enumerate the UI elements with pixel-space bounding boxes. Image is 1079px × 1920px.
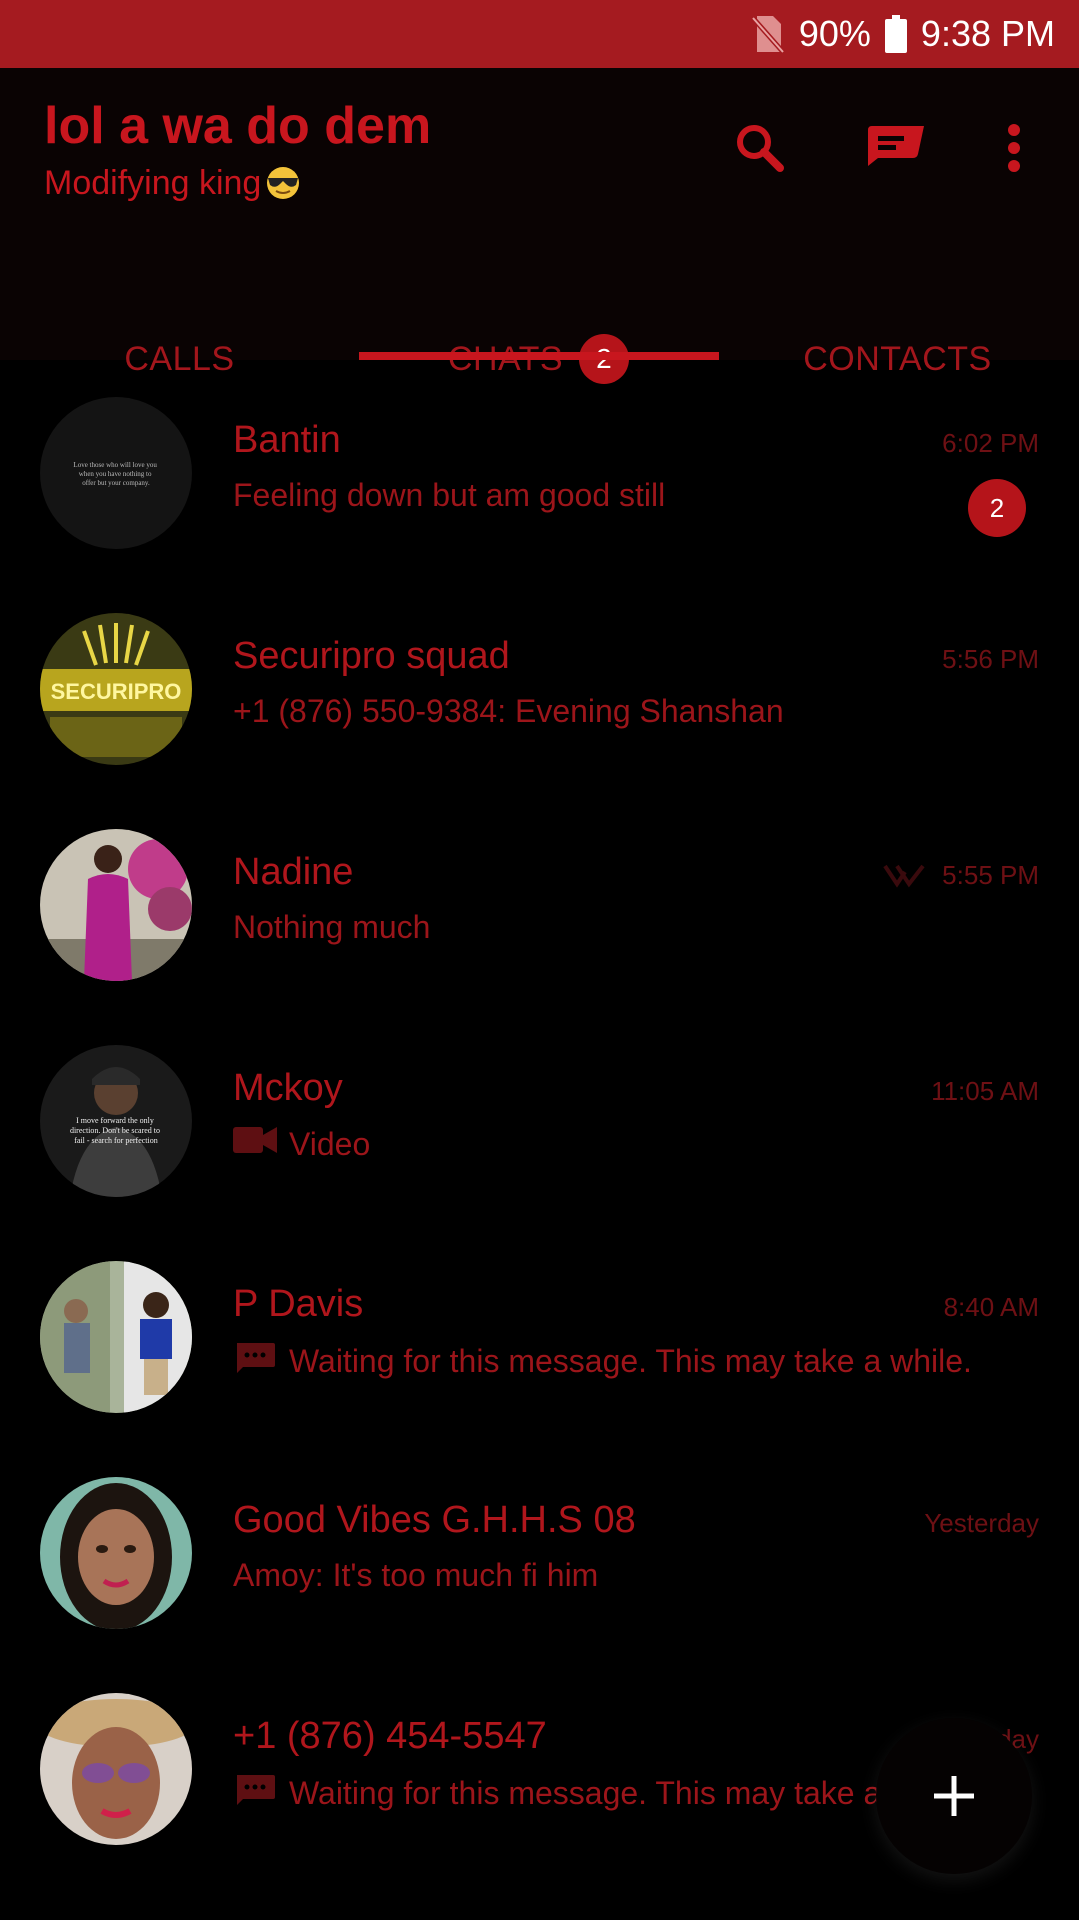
chat-preview-text: Waiting for this message. This may take …	[289, 1342, 972, 1379]
active-tab-indicator	[359, 352, 719, 360]
chat-preview-text: Nothing much	[233, 909, 431, 945]
chat-preview-text: Waiting for this message. This may take …	[289, 1774, 972, 1811]
unread-badge: 2	[968, 479, 1026, 537]
chat-row[interactable]: SECURIPRO Securipro squad 5:56 PM +1 (87…	[0, 576, 1079, 792]
chat-preview: Waiting for this message. This may take …	[233, 1773, 972, 1813]
avatar[interactable]	[40, 1693, 192, 1845]
chat-name: P Davis	[233, 1283, 364, 1325]
avatar[interactable]	[40, 829, 192, 981]
app-bar: lol a wa do dem Modifying king CALLS CON…	[0, 68, 1079, 384]
video-camera-icon	[233, 1125, 277, 1163]
avatar[interactable]	[40, 1477, 192, 1629]
chat-preview: +1 (876) 550-9384: Evening Shanshan	[233, 693, 784, 730]
chat-row[interactable]: P Davis 8:40 AM Waiting for this message…	[0, 1224, 1079, 1440]
status-bar: 90% 9:38 PM	[0, 0, 1079, 68]
app-subtitle: Modifying king	[44, 164, 303, 203]
new-chat-fab[interactable]	[876, 1718, 1032, 1874]
chat-row[interactable]: I move forward the only direction. Don't…	[0, 1008, 1079, 1224]
battery-percent: 90%	[798, 13, 871, 54]
chat-name: Good Vibes G.H.H.S 08	[233, 1499, 636, 1541]
chat-time: 5:55 PM	[942, 860, 1039, 890]
pending-message-icon	[233, 1341, 277, 1381]
avatar[interactable]: I move forward the only direction. Don't…	[40, 1045, 192, 1197]
sunglasses-emoji-icon	[263, 164, 303, 200]
chat-time: 5:56 PM	[942, 644, 1039, 674]
pending-message-icon	[233, 1773, 277, 1813]
chat-preview-text: +1 (876) 550-9384: Evening Shanshan	[233, 693, 784, 729]
chat-time: 6:02 PM	[942, 428, 1039, 458]
no-sim-icon	[750, 14, 785, 54]
chat-time: 8:40 AM	[943, 1292, 1039, 1322]
plus-icon	[934, 1776, 974, 1816]
avatar[interactable]: SECURIPRO	[40, 613, 192, 765]
avatar[interactable]	[40, 1261, 192, 1413]
app-title: lol a wa do dem	[44, 97, 432, 155]
chat-row[interactable]: Good Vibes G.H.H.S 08 Yesterday Amoy: It…	[0, 1440, 1079, 1656]
chat-name: Securipro squad	[233, 635, 510, 677]
chat-preview: Amoy: It's too much fi him	[233, 1557, 598, 1594]
chat-preview: Nothing much	[233, 909, 430, 946]
chat-preview: Feeling down but am good still	[233, 477, 665, 514]
chat-name: +1 (876) 454-5547	[233, 1715, 547, 1757]
battery-icon	[884, 15, 907, 53]
chat-time: Yesterday	[924, 1508, 1039, 1538]
chat-preview-text: Amoy: It's too much fi him	[233, 1557, 599, 1593]
chat-preview: Video	[233, 1125, 370, 1163]
avatar-logo-text: SECURIPRO	[51, 679, 182, 704]
more-vert-icon[interactable]	[984, 118, 1044, 178]
chat-row[interactable]: Nadine 5:55 PM Nothing much	[0, 792, 1079, 1008]
chat-time: 11:05 AM	[931, 1076, 1039, 1106]
chat-name: Bantin	[233, 419, 341, 461]
read-receipt-icon	[883, 862, 927, 888]
chat-preview-text: Video	[289, 1125, 371, 1162]
clock: 9:38 PM	[920, 13, 1055, 54]
chat-name: Mckoy	[233, 1067, 343, 1109]
search-icon[interactable]	[730, 118, 790, 178]
avatar[interactable]: Love those who will love you when you ha…	[40, 397, 192, 549]
chat-name: Nadine	[233, 851, 354, 893]
chat-preview: Waiting for this message. This may take …	[233, 1341, 972, 1381]
avatar-quote-text: Love those who will love you when you ha…	[73, 461, 158, 487]
chat-row[interactable]: Love those who will love you when you ha…	[0, 360, 1079, 576]
new-message-icon[interactable]	[864, 118, 924, 178]
avatar-quote-text: I move forward the only direction. Don't…	[70, 1116, 162, 1145]
chat-preview-text: Feeling down but am good still	[233, 477, 666, 513]
subtitle-text: Modifying king	[44, 164, 262, 202]
